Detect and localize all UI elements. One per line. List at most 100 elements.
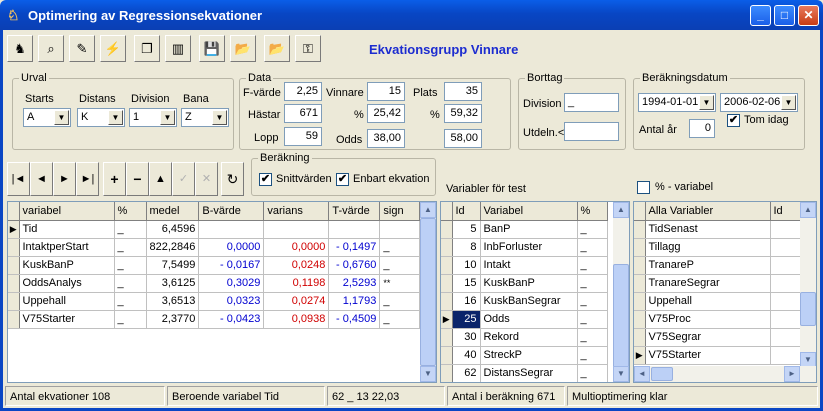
- table-cell[interactable]: _: [577, 220, 608, 239]
- scroll-thumb[interactable]: [613, 264, 629, 374]
- table-cell[interactable]: [770, 346, 801, 365]
- table-cell[interactable]: 5: [452, 220, 481, 239]
- table-cell[interactable]: _: [379, 256, 421, 275]
- table-row[interactable]: Tillagg: [634, 238, 801, 257]
- table-row[interactable]: Uppehall: [634, 292, 801, 311]
- binoculars-icon[interactable]: ⌕: [38, 35, 64, 62]
- wand-icon[interactable]: ⚡: [100, 35, 126, 62]
- table-cell[interactable]: _: [577, 364, 608, 382]
- table-cell[interactable]: DistansSegrar: [480, 364, 578, 382]
- refresh-button[interactable]: ↻: [221, 162, 244, 196]
- column-header[interactable]: Id: [452, 202, 481, 221]
- cancel-record-button[interactable]: ✕: [195, 162, 218, 196]
- add-record-button[interactable]: +: [103, 162, 126, 196]
- plats-pct-field[interactable]: 59,32: [444, 104, 482, 123]
- column-header[interactable]: T-värde: [328, 202, 381, 221]
- edit-record-button[interactable]: ▲: [149, 162, 172, 196]
- scroll-up-icon[interactable]: ▲: [420, 202, 436, 218]
- table-cell[interactable]: Rekord: [480, 328, 578, 347]
- scroll-thumb[interactable]: [651, 367, 673, 381]
- scroll-down-icon[interactable]: ▼: [613, 366, 629, 382]
- copy-icon[interactable]: ❐: [134, 35, 160, 62]
- antal-ar-field[interactable]: 0: [689, 119, 715, 138]
- table-cell[interactable]: [263, 220, 330, 239]
- horizontal-scrollbar[interactable]: ◄ ►: [634, 366, 816, 382]
- last-record-button[interactable]: ►|: [76, 162, 99, 196]
- table-cell[interactable]: 62: [452, 364, 481, 382]
- horse-icon[interactable]: ♞: [7, 35, 33, 62]
- column-header[interactable]: %: [114, 202, 147, 221]
- snittvarden-checkbox[interactable]: ✔: [259, 173, 272, 186]
- borttag-division-field[interactable]: _: [564, 93, 619, 112]
- table-cell[interactable]: _: [379, 238, 421, 257]
- table-cell[interactable]: _: [577, 238, 608, 257]
- table-cell[interactable]: 822,2846: [146, 238, 200, 257]
- chevron-down-icon[interactable]: ▼: [160, 110, 175, 125]
- table-cell[interactable]: [770, 220, 801, 239]
- table-cell[interactable]: 3,6125: [146, 274, 200, 293]
- table-cell[interactable]: - 0,0167: [198, 256, 265, 275]
- open-folder-icon[interactable]: 📂: [230, 35, 256, 62]
- table-cell[interactable]: 15: [452, 274, 481, 293]
- vertical-scrollbar[interactable]: ▲ ▼: [613, 202, 629, 382]
- date-from-select[interactable]: 1994-01-01 ▼: [638, 93, 716, 112]
- table-cell[interactable]: [770, 274, 801, 293]
- starts-select[interactable]: A ▼: [23, 108, 71, 127]
- table-row[interactable]: OddsAnalys _ 3,6125 0,3029 0,1198 2,5293…: [8, 274, 421, 293]
- table-row[interactable]: 8 InbForluster _: [441, 238, 608, 257]
- table-cell[interactable]: 8: [452, 238, 481, 257]
- table-cell[interactable]: 2,5293: [328, 274, 381, 293]
- table-cell[interactable]: StreckP: [480, 346, 578, 365]
- table-cell[interactable]: Uppehall: [19, 292, 115, 311]
- column-header[interactable]: medel: [146, 202, 200, 221]
- table-cell[interactable]: [198, 220, 265, 239]
- table-cell[interactable]: _: [379, 292, 421, 311]
- table-cell[interactable]: 40: [452, 346, 481, 365]
- table-cell[interactable]: 0,0000: [198, 238, 265, 257]
- table-cell[interactable]: [770, 310, 801, 329]
- table-cell[interactable]: _: [577, 256, 608, 275]
- table-cell[interactable]: TranareSegrar: [645, 274, 771, 293]
- utdeln-field[interactable]: [564, 122, 619, 141]
- book-icon[interactable]: ▥: [165, 35, 191, 62]
- table-row[interactable]: ▶ Tid _ 6,4596: [8, 220, 421, 239]
- bana-select[interactable]: Z ▼: [181, 108, 229, 127]
- table-cell[interactable]: TranareP: [645, 256, 771, 275]
- table-cell[interactable]: 0,3029: [198, 274, 265, 293]
- key-icon[interactable]: ⚿: [295, 35, 321, 62]
- table-cell[interactable]: Tillagg: [645, 238, 771, 257]
- hastar-field[interactable]: 671: [284, 104, 322, 123]
- chevron-down-icon[interactable]: ▼: [54, 110, 69, 125]
- table-row[interactable]: 40 StreckP _: [441, 346, 608, 365]
- scroll-down-icon[interactable]: ▼: [420, 366, 436, 382]
- table-cell[interactable]: - 0,0423: [198, 310, 265, 329]
- table-row[interactable]: ▶ 25 Odds _: [441, 310, 608, 329]
- table-row[interactable]: ▶ V75Starter: [634, 346, 801, 365]
- column-header[interactable]: B-värde: [198, 202, 265, 221]
- table-cell[interactable]: - 0,4509: [328, 310, 381, 329]
- table-cell[interactable]: [328, 220, 381, 239]
- table-cell[interactable]: _: [114, 256, 147, 275]
- table-cell[interactable]: [379, 220, 421, 239]
- first-record-button[interactable]: |◄: [7, 162, 30, 196]
- table-row[interactable]: 10 Intakt _: [441, 256, 608, 275]
- table-cell[interactable]: 1,1793: [328, 292, 381, 311]
- enbart-ekvation-checkbox[interactable]: ✔: [336, 173, 349, 186]
- fvarde-field[interactable]: 2,25: [284, 82, 322, 101]
- table-cell[interactable]: InbForluster: [480, 238, 578, 257]
- table-cell[interactable]: _: [379, 310, 421, 329]
- table-row[interactable]: IntaktperStart _ 822,2846 0,0000 0,0000 …: [8, 238, 421, 257]
- table-cell[interactable]: _: [114, 274, 147, 293]
- table-cell[interactable]: 6,4596: [146, 220, 200, 239]
- table-cell[interactable]: _: [577, 346, 608, 365]
- table-row[interactable]: Uppehall _ 3,6513 0,0323 0,0274 1,1793 _: [8, 292, 421, 311]
- minimize-button[interactable]: _: [750, 5, 771, 26]
- date-to-select[interactable]: 2006-02-06 ▼: [720, 93, 798, 112]
- odds-field-2[interactable]: 58,00: [444, 129, 482, 148]
- table-cell[interactable]: KuskBanSegrar: [480, 292, 578, 311]
- prev-record-button[interactable]: ◄: [30, 162, 53, 196]
- table-cell[interactable]: [770, 256, 801, 275]
- scroll-left-icon[interactable]: ◄: [634, 366, 650, 382]
- table-cell[interactable]: **: [379, 274, 421, 293]
- distans-select[interactable]: K ▼: [77, 108, 125, 127]
